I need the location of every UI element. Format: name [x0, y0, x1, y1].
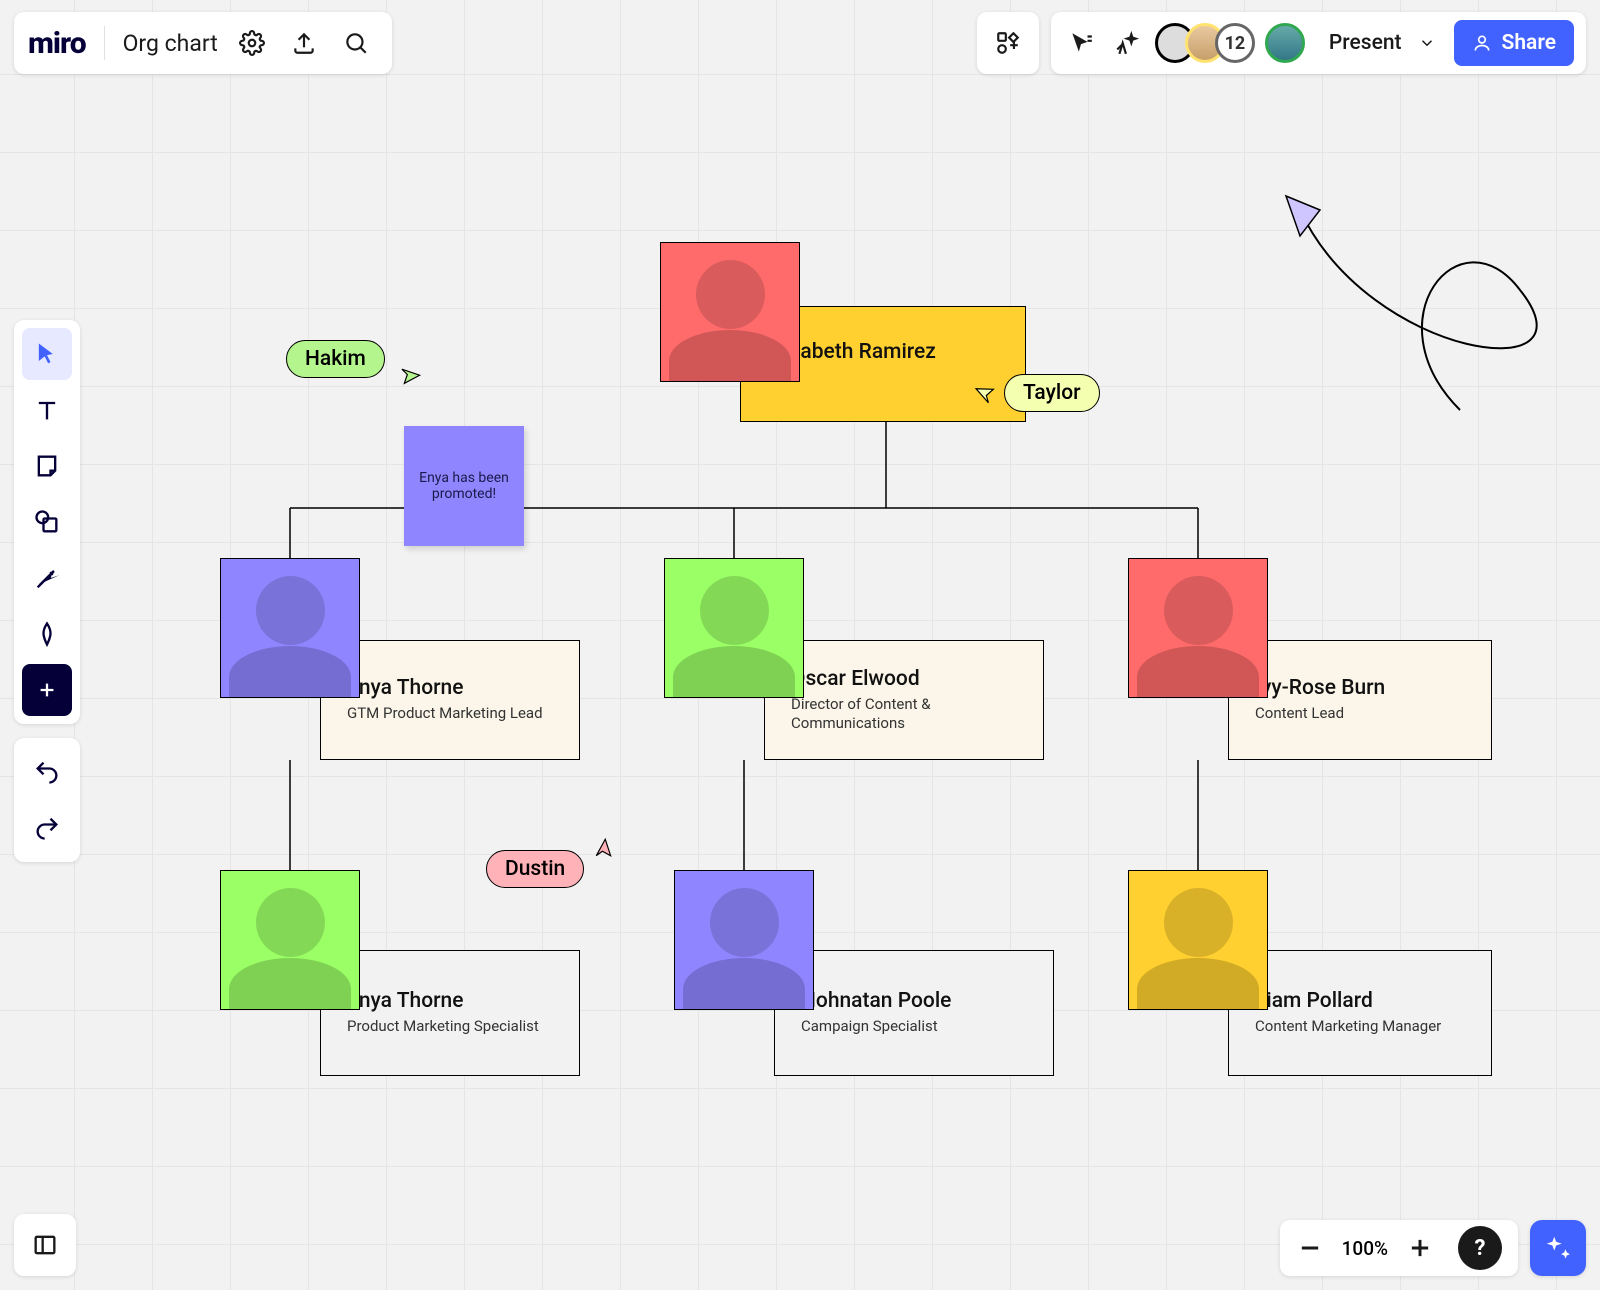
cursor-label: Taylor: [1004, 374, 1100, 412]
chevron-down-icon: [1418, 34, 1436, 52]
org-role: Campaign Specialist: [801, 1017, 1033, 1037]
sticky-note[interactable]: Enya has been promoted!: [404, 426, 524, 546]
org-name: Enya Thorne: [347, 989, 559, 1013]
miro-logo[interactable]: miro: [28, 26, 86, 61]
present-button[interactable]: Present: [1315, 31, 1444, 55]
org-role: GTM Product Marketing Lead: [347, 704, 559, 724]
tool-add[interactable]: [22, 664, 72, 716]
sticky-text: Enya has been promoted!: [416, 470, 512, 502]
share-button[interactable]: Share: [1454, 20, 1574, 66]
org-role: Content Lead: [1255, 704, 1471, 724]
board-title[interactable]: Org chart: [123, 30, 218, 57]
org-name: Hohnatan Poole: [801, 989, 1033, 1013]
org-role: Content Marketing Manager: [1255, 1017, 1471, 1037]
tool-select[interactable]: [22, 328, 72, 380]
org-photo-hohnatan[interactable]: [674, 870, 814, 1010]
tool-text[interactable]: [22, 384, 72, 436]
search-icon[interactable]: [338, 25, 374, 61]
org-photo-oscar[interactable]: [664, 558, 804, 698]
tool-sticky[interactable]: [22, 440, 72, 492]
avatar-self[interactable]: [1265, 23, 1305, 63]
cursor-label: Hakim: [286, 340, 385, 378]
tool-arrow[interactable]: [22, 552, 72, 604]
header-bar: miro Org chart: [14, 12, 392, 74]
reactions-icon[interactable]: [1109, 25, 1145, 61]
collab-bar: 12 Present Share: [1051, 12, 1586, 74]
cursor-dustin: Dustin: [486, 850, 612, 888]
zoom-out-button[interactable]: [1296, 1234, 1324, 1262]
tool-pen[interactable]: [22, 608, 72, 660]
org-photo-liam[interactable]: [1128, 870, 1268, 1010]
org-name: Elisabeth Ramirez: [767, 340, 1005, 364]
zoom-level[interactable]: 100%: [1342, 1237, 1388, 1260]
org-photo-ivy[interactable]: [1128, 558, 1268, 698]
org-photo-enya-lead[interactable]: [220, 558, 360, 698]
undo-button[interactable]: [22, 746, 72, 798]
collaborator-avatars[interactable]: 12: [1155, 23, 1305, 63]
ai-assist-button[interactable]: [1530, 1220, 1586, 1276]
cursor-label: Dustin: [486, 850, 584, 888]
cursor-taylor: Taylor: [976, 374, 1100, 412]
cursor-mode-icon[interactable]: [1063, 25, 1099, 61]
zoom-controls: 100% ?: [1280, 1220, 1518, 1276]
org-card-oscar[interactable]: Oscar Elwood Director of Content & Commu…: [764, 640, 1044, 760]
org-name: Liam Pollard: [1255, 989, 1471, 1013]
share-label: Share: [1502, 31, 1556, 55]
org-role: Product Marketing Specialist: [347, 1017, 559, 1037]
apps-icon[interactable]: [977, 12, 1039, 74]
divider: [104, 26, 105, 60]
org-card-hohnatan[interactable]: Hohnatan Poole Campaign Specialist: [774, 950, 1054, 1076]
present-label: Present: [1329, 31, 1402, 55]
org-name: Oscar Elwood: [791, 667, 1023, 691]
org-role: CMO: [767, 368, 1005, 388]
org-name: Ivy-Rose Burn: [1255, 676, 1471, 700]
help-button[interactable]: ?: [1458, 1226, 1502, 1270]
avatar-overflow-count[interactable]: 12: [1215, 23, 1255, 63]
tool-group-history: [14, 738, 80, 862]
tool-shape[interactable]: [22, 496, 72, 548]
org-role: Director of Content & Communications: [791, 695, 1023, 734]
frames-panel-button[interactable]: [14, 1214, 76, 1276]
org-photo-cmo[interactable]: [660, 242, 800, 382]
settings-icon[interactable]: [234, 25, 270, 61]
tool-group-main: [14, 320, 80, 724]
redo-button[interactable]: [22, 802, 72, 854]
person-icon: [1472, 33, 1492, 53]
org-name: Enya Thorne: [347, 676, 559, 700]
cursor-hakim: Hakim: [286, 340, 413, 378]
export-icon[interactable]: [286, 25, 322, 61]
zoom-in-button[interactable]: [1406, 1234, 1434, 1262]
org-photo-enya-spec[interactable]: [220, 870, 360, 1010]
